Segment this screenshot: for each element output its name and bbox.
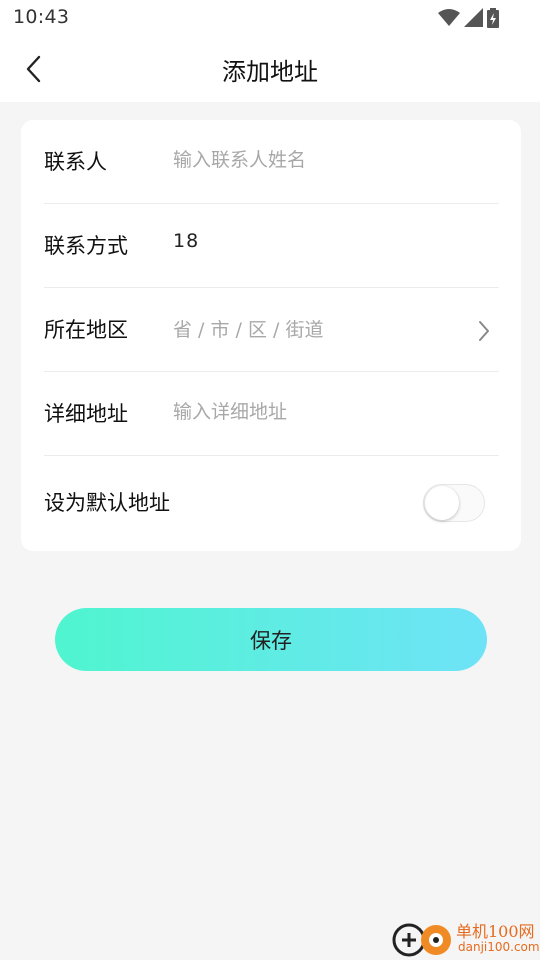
status-bar: 10:43 — [0, 0, 540, 36]
page-title: 添加地址 — [222, 58, 318, 86]
region-row[interactable]: 所在地区 省 / 市 / 区 / 街道 — [44, 288, 499, 372]
app-bar: 添加地址 — [0, 36, 540, 102]
signal-icon — [464, 8, 483, 27]
battery-charging-icon — [487, 8, 499, 28]
region-selector[interactable]: 省 / 市 / 区 / 街道 — [173, 288, 323, 372]
phone-row: 联系方式 18 — [44, 204, 499, 288]
contact-name-input[interactable] — [173, 142, 473, 178]
address-form-card: 联系人 联系方式 18 所在地区 省 / 市 / 区 / 街道 详细地址 设为默… — [21, 120, 521, 551]
default-address-label: 设为默认地址 — [44, 491, 170, 515]
region-label: 所在地区 — [44, 318, 128, 342]
contact-label: 联系人 — [44, 150, 107, 174]
status-icons — [438, 8, 502, 28]
default-address-row: 设为默认地址 — [44, 456, 499, 551]
contact-row: 联系人 — [44, 120, 499, 204]
default-address-toggle[interactable] — [423, 484, 485, 522]
status-time: 10:43 — [13, 6, 70, 28]
watermark-name: 单机100网 — [456, 922, 535, 941]
watermark: 单机100网 danji100.com — [388, 916, 540, 960]
phone-input[interactable]: 18 — [173, 230, 199, 252]
phone-label: 联系方式 — [44, 234, 128, 258]
wifi-icon — [438, 9, 460, 26]
watermark-domain: danji100.com — [458, 940, 540, 954]
save-button[interactable]: 保存 — [55, 608, 487, 671]
chevron-right-icon — [479, 321, 489, 341]
toggle-knob — [425, 486, 459, 520]
detail-address-label: 详细地址 — [44, 402, 128, 426]
watermark-logo-icon — [392, 923, 451, 957]
detail-address-row: 详细地址 — [44, 372, 499, 456]
detail-address-input[interactable] — [173, 394, 473, 430]
